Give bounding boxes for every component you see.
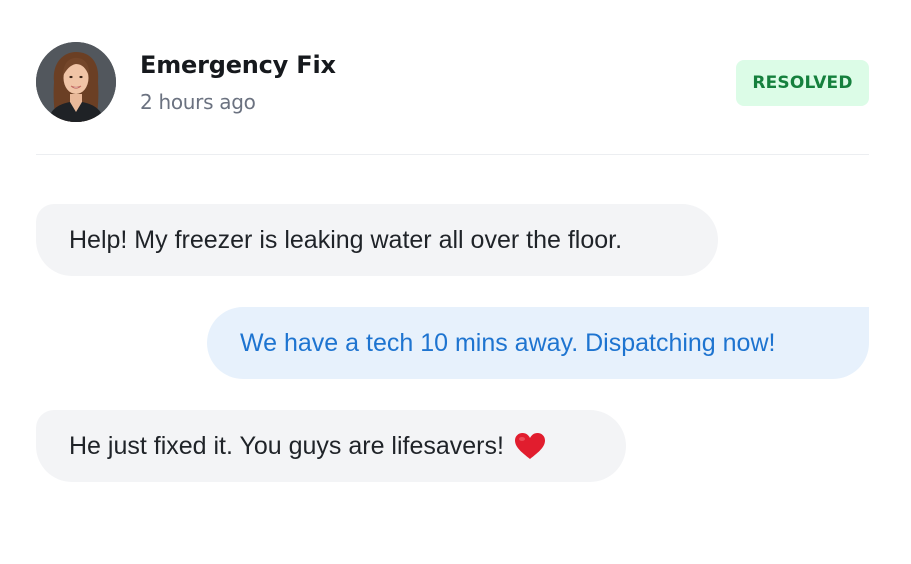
message-text: He just fixed it. You guys are lifesaver… bbox=[69, 431, 504, 460]
message-bubble-outgoing: We have a tech 10 mins away. Dispatching… bbox=[207, 307, 869, 379]
message-bubble-incoming: Help! My freezer is leaking water all ov… bbox=[36, 204, 718, 276]
conversation-header: Emergency Fix 2 hours ago RESOLVED bbox=[36, 42, 869, 122]
contact-name: Emergency Fix bbox=[140, 51, 336, 79]
status-badge: RESOLVED bbox=[736, 60, 869, 106]
header-divider bbox=[36, 154, 869, 155]
avatar[interactable] bbox=[36, 42, 116, 122]
message-bubble-incoming: He just fixed it. You guys are lifesaver… bbox=[36, 410, 626, 482]
timestamp: 2 hours ago bbox=[140, 90, 256, 114]
red-heart-icon bbox=[514, 432, 546, 460]
message-text: Help! My freezer is leaking water all ov… bbox=[69, 225, 623, 254]
message-text: We have a tech 10 mins away. Dispatching… bbox=[240, 328, 776, 357]
conversation-card: Emergency Fix 2 hours ago RESOLVED Help!… bbox=[0, 0, 911, 564]
woman-portrait-avatar-icon bbox=[36, 42, 116, 122]
